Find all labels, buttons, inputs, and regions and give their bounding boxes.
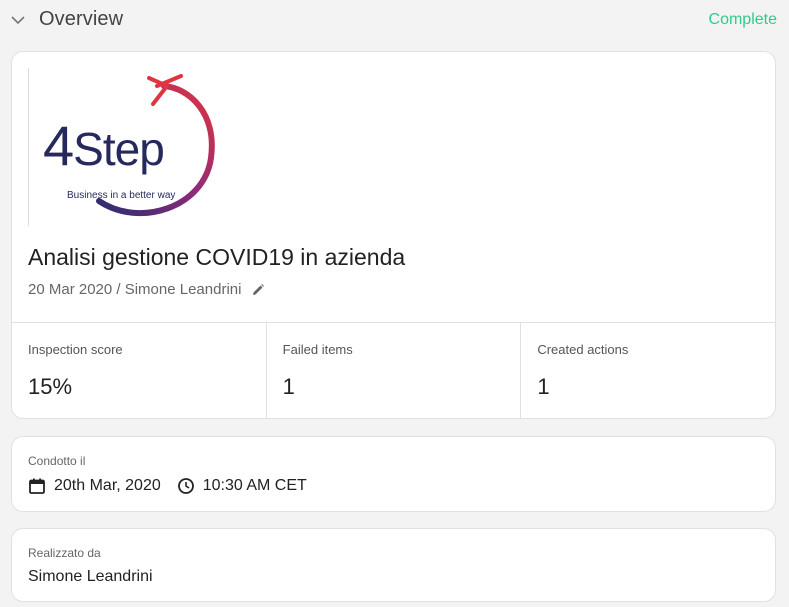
audit-date-author: 20 Mar 2020 / Simone Leandrini [28,281,242,298]
prepared-by-name: Simone Leandrini [28,568,153,585]
conducted-on-value: 20th Mar, 2020 10:30 AM CET [28,477,307,495]
prepared-by-label: Realizzato da [28,546,101,560]
stat-value: 1 [537,374,550,399]
logo-tagline: Business in a better way [67,190,176,201]
stat-failed-items[interactable]: Failed items 1 [267,323,522,418]
stat-label: Inspection score [28,342,123,357]
conducted-on-card: Condotto il 20th Mar, 2020 10:30 AM CET [11,436,776,512]
stat-label: Failed items [282,342,353,357]
section-title: Overview [39,8,124,30]
stat-value: 1 [282,374,295,399]
chevron-down-icon[interactable] [10,12,26,28]
prepared-by-card: Realizzato da Simone Leandrini [11,528,776,602]
status-label: Complete [708,11,777,28]
stat-value: 15% [28,374,73,399]
stat-label: Created actions [537,342,629,357]
audit-meta: 20 Mar 2020 / Simone Leandrini [28,281,265,298]
conducted-on-label: Condotto il [28,454,86,468]
stat-created-actions[interactable]: Created actions 1 [521,323,775,418]
date-text: 20th Mar, 2020 [54,477,161,494]
audit-title: Analisi gestione COVID19 in azienda [28,244,406,270]
overview-section-header[interactable]: Overview Complete [0,0,789,42]
logo-wordmark: 4Step [43,114,165,177]
report-overview-card: 4Step Business in a better way Analisi g… [11,51,776,419]
calendar-icon [29,478,45,494]
company-logo: 4Step Business in a better way [28,68,219,226]
stat-inspection-score: Inspection score 15% [12,323,267,418]
stats-row: Inspection score 15% Failed items 1 Crea… [12,322,775,418]
pencil-icon[interactable] [251,283,265,297]
clock-icon [177,478,194,494]
time-text: 10:30 AM CET [202,477,307,494]
